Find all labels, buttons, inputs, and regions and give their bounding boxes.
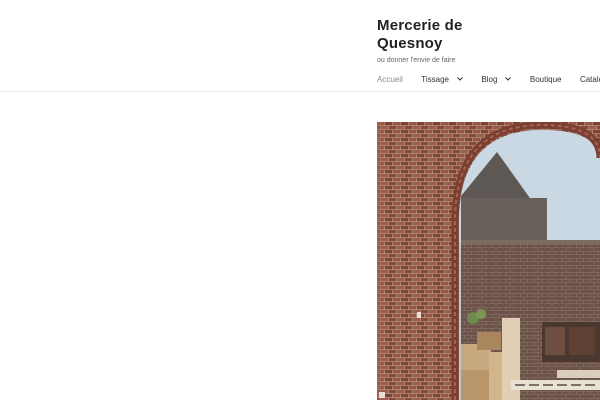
brick-arch-photo [377, 122, 600, 400]
chevron-down-icon[interactable] [505, 77, 512, 81]
nav-item-tissage[interactable]: Tissage [421, 73, 463, 87]
nav-item-label: Catalogue [579, 75, 600, 84]
nav-item-label: Tissage [421, 75, 449, 84]
nav-item-label: Blog [481, 75, 498, 84]
hero-image [377, 122, 600, 400]
nav-item-label: Boutique [529, 75, 562, 84]
nav-item-boutique[interactable]: Boutique [530, 73, 562, 87]
site-title-link[interactable]: Mercerie de Quesnoy [377, 17, 463, 52]
site-title[interactable]: Mercerie de Quesnoy [377, 17, 527, 53]
site-branding: Mercerie de Quesnoy ou donner l'envie de… [377, 17, 527, 65]
site-tagline: ou donner l'envie de faire [377, 57, 456, 64]
nav-item-blog[interactable]: Blog [481, 73, 512, 87]
nav-item-accueil[interactable]: Accueil [377, 73, 403, 87]
chevron-down-icon[interactable] [457, 77, 463, 81]
nav-item-catalogue[interactable]: Catalogue [580, 73, 600, 87]
main-navigation: Accueil Tissage Blog Boutique Catalogue [377, 69, 600, 84]
nav-item-label: Accueil [377, 75, 403, 84]
page: Mercerie de Quesnoy ou donner l'envie de… [0, 0, 600, 400]
site-header: Mercerie de Quesnoy ou donner l'envie de… [0, 0, 600, 92]
